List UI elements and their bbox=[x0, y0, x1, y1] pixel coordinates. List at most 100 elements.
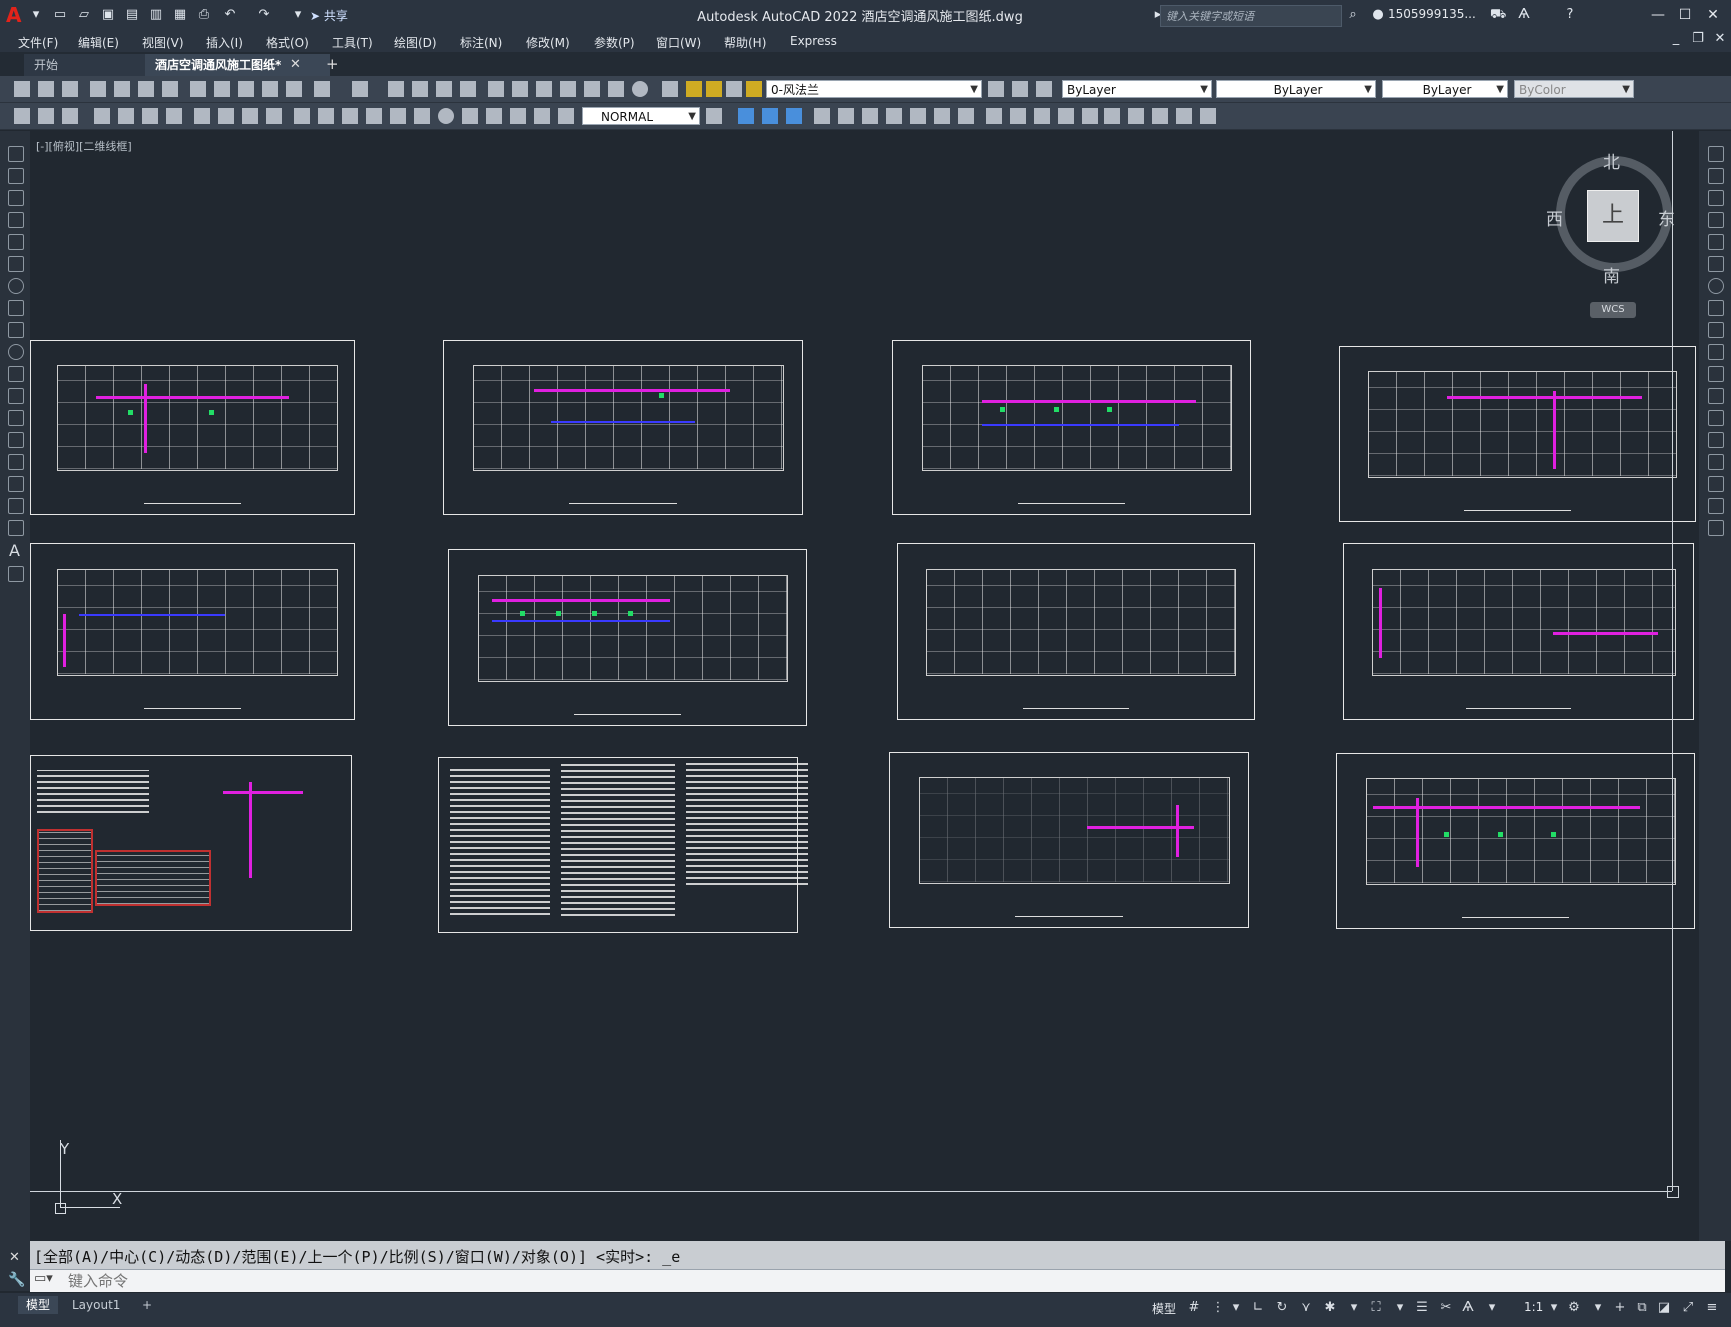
offset-icon[interactable] bbox=[1708, 212, 1724, 228]
aligned-dim-icon[interactable] bbox=[118, 108, 134, 124]
erase-icon[interactable] bbox=[1708, 146, 1724, 162]
chevron-down-icon[interactable]: ▾ bbox=[1546, 1300, 1562, 1316]
rectangle-icon[interactable] bbox=[8, 234, 24, 250]
modify-3-icon[interactable] bbox=[786, 108, 802, 124]
compass-west[interactable]: 西 bbox=[1546, 205, 1563, 230]
gradient-icon[interactable] bbox=[8, 476, 24, 492]
autocad-logo-icon[interactable]: A bbox=[6, 4, 26, 26]
sheet-set-icon[interactable] bbox=[560, 81, 576, 97]
new-tab-button[interactable]: + bbox=[326, 55, 339, 73]
calculator-icon[interactable] bbox=[608, 81, 624, 97]
layer-properties-icon[interactable] bbox=[662, 81, 678, 97]
viewport-controls[interactable]: [-][俯视][二维线框] bbox=[36, 138, 132, 154]
extend-icon[interactable] bbox=[1708, 366, 1724, 382]
object-snap-icon[interactable]: ⛶ bbox=[1368, 1300, 1384, 1316]
dim-style-dropdown[interactable]: NORMAL ▼ bbox=[582, 107, 700, 125]
match-prop-icon[interactable] bbox=[262, 81, 278, 97]
chevron-down-icon[interactable]: ▾ bbox=[1228, 1300, 1244, 1316]
object-snap-tracking-icon[interactable]: ✱ bbox=[1322, 1300, 1338, 1316]
cart-icon[interactable]: ⛟ bbox=[1490, 7, 1506, 23]
radius-dim-icon[interactable] bbox=[194, 108, 210, 124]
plot-tb-icon[interactable] bbox=[90, 81, 106, 97]
compass-north[interactable]: 北 bbox=[1603, 148, 1620, 173]
close-command-line-icon[interactable]: ✕ bbox=[9, 1250, 20, 1265]
layer-dropdown[interactable]: 0-风法兰 ▼ bbox=[766, 80, 982, 98]
doc-restore-button[interactable]: ❐ bbox=[1690, 31, 1706, 47]
menu-parametric[interactable]: 参数(P) bbox=[594, 34, 635, 51]
compass-south[interactable]: 南 bbox=[1603, 262, 1620, 287]
dim-space-icon[interactable] bbox=[366, 108, 382, 124]
tab-start[interactable]: 开始 bbox=[24, 54, 149, 76]
menu-dimension[interactable]: 标注(N) bbox=[460, 34, 502, 51]
tool-palettes-icon[interactable] bbox=[536, 81, 552, 97]
modify-13-icon[interactable] bbox=[1034, 108, 1050, 124]
save-icon[interactable]: ▣ bbox=[100, 7, 116, 23]
modify-5-icon[interactable] bbox=[838, 108, 854, 124]
modify-1-icon[interactable] bbox=[738, 108, 754, 124]
menu-insert[interactable]: 插入(I) bbox=[206, 34, 243, 51]
fillet-icon[interactable] bbox=[1708, 476, 1724, 492]
dim-update-icon[interactable] bbox=[558, 108, 574, 124]
drawing-sheet[interactable] bbox=[30, 340, 355, 515]
quick-dim-icon[interactable] bbox=[294, 108, 310, 124]
redo-icon[interactable]: ↷ bbox=[256, 7, 272, 23]
ellipse-icon[interactable] bbox=[8, 344, 24, 360]
user-account[interactable]: 1505999135... bbox=[1388, 7, 1476, 21]
arc-length-icon[interactable] bbox=[142, 108, 158, 124]
tb2-tool-1-icon[interactable] bbox=[14, 108, 30, 124]
table-icon[interactable] bbox=[8, 520, 24, 536]
undo-icon[interactable]: ↶ bbox=[222, 7, 238, 23]
redo-tb-icon[interactable] bbox=[352, 81, 368, 97]
drawing-sheet[interactable] bbox=[443, 340, 803, 515]
pan-icon[interactable] bbox=[388, 81, 404, 97]
annotation-scale[interactable]: 1:1 bbox=[1524, 1300, 1543, 1314]
menu-edit[interactable]: 编辑(E) bbox=[78, 34, 119, 51]
polar-icon[interactable]: ↻ bbox=[1274, 1300, 1290, 1316]
dim-text-edit-icon[interactable] bbox=[534, 108, 550, 124]
point-icon[interactable] bbox=[8, 432, 24, 448]
mirror-icon[interactable] bbox=[1708, 190, 1724, 206]
modify-4-icon[interactable] bbox=[814, 108, 830, 124]
layer-previous-icon[interactable] bbox=[1012, 81, 1028, 97]
hardware-acceleration-icon[interactable]: ◪ bbox=[1656, 1300, 1672, 1316]
break-at-point-icon[interactable] bbox=[1708, 388, 1724, 404]
share-button[interactable]: ➤ 共享 bbox=[310, 7, 348, 24]
menu-help[interactable]: 帮助(H) bbox=[724, 34, 766, 51]
angular-dim-icon[interactable] bbox=[266, 108, 282, 124]
menu-window[interactable]: 窗口(W) bbox=[656, 34, 701, 51]
center-mark-icon[interactable] bbox=[438, 108, 454, 124]
circle-icon[interactable] bbox=[8, 278, 24, 294]
chevron-down-icon[interactable]: ▾ bbox=[1590, 1300, 1606, 1316]
drawing-sheet[interactable] bbox=[897, 543, 1255, 720]
command-input[interactable] bbox=[66, 1271, 1710, 1291]
plot-icon[interactable]: ⎙ bbox=[196, 7, 212, 23]
open-file-icon[interactable]: ▱ bbox=[76, 7, 92, 23]
color-dropdown[interactable]: ByLayer ▼ bbox=[1062, 80, 1212, 98]
spline-icon[interactable] bbox=[8, 322, 24, 338]
isodraft-icon[interactable]: ⋎ bbox=[1298, 1300, 1314, 1316]
explode-icon[interactable] bbox=[1708, 520, 1724, 536]
revision-cloud-icon[interactable] bbox=[8, 300, 24, 316]
chevron-down-icon[interactable]: ▾ bbox=[1392, 1300, 1408, 1316]
zoom-window-icon[interactable] bbox=[436, 81, 452, 97]
save-web-icon[interactable]: ▦ bbox=[172, 7, 188, 23]
drawing-sheet[interactable] bbox=[448, 549, 807, 726]
new-file-icon[interactable]: ▭ bbox=[52, 7, 68, 23]
help-icon[interactable]: ? bbox=[1562, 7, 1578, 23]
rotate-icon[interactable] bbox=[1708, 278, 1724, 294]
dim-edit-icon[interactable] bbox=[510, 108, 526, 124]
paste-icon[interactable] bbox=[238, 81, 254, 97]
polyline-icon[interactable] bbox=[8, 190, 24, 206]
layer-state-icon[interactable] bbox=[1036, 81, 1052, 97]
multiline-text-icon[interactable]: A bbox=[9, 541, 20, 560]
continue-dim-icon[interactable] bbox=[342, 108, 358, 124]
copy-object-icon[interactable] bbox=[1708, 168, 1724, 184]
lineweight-icon[interactable]: ☰ bbox=[1414, 1300, 1430, 1316]
drawing-sheet[interactable] bbox=[30, 543, 355, 720]
modify-18-icon[interactable] bbox=[1152, 108, 1168, 124]
doc-minimize-button[interactable]: _ bbox=[1668, 31, 1684, 47]
drawing-sheet[interactable] bbox=[889, 752, 1249, 928]
lineweight-dropdown[interactable]: ByLayer ▼ bbox=[1382, 80, 1508, 98]
grid-icon[interactable]: # bbox=[1186, 1300, 1202, 1316]
baseline-dim-icon[interactable] bbox=[318, 108, 334, 124]
